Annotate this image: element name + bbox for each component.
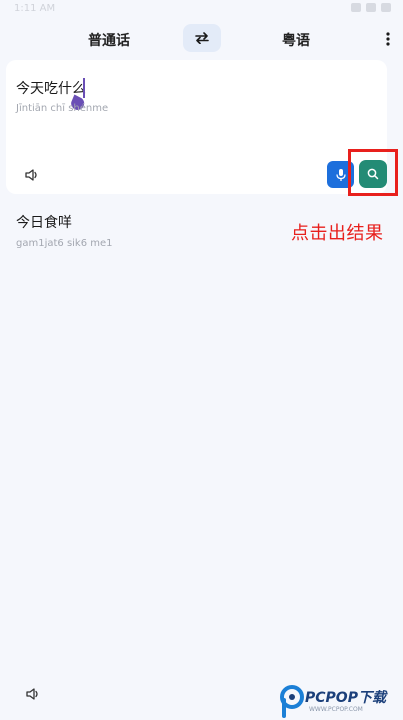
watermark-sub: WWW.PCPOP.COM <box>309 706 363 713</box>
wifi-icon <box>351 3 361 12</box>
swap-language-button[interactable] <box>183 24 221 52</box>
highlight-box <box>348 149 398 196</box>
more-menu-button[interactable] <box>380 29 396 49</box>
result-text: 今日食咩 <box>16 215 72 231</box>
speaker-icon[interactable] <box>24 167 40 183</box>
source-language-button[interactable]: 普通话 <box>78 30 140 50</box>
target-language-button[interactable]: 粤语 <box>265 30 327 50</box>
status-time: 1:11 AM <box>14 3 56 14</box>
source-pinyin: Jīntiān chī shénme <box>16 103 109 114</box>
swap-arrows-icon <box>195 32 209 44</box>
microphone-icon <box>335 168 346 181</box>
top-bar: 普通话 粤语 <box>0 22 403 56</box>
watermark: PCPOP下载 WWW.PCPOP.COM <box>279 682 403 720</box>
watermark-logo-icon <box>280 685 304 718</box>
battery-icon <box>381 3 391 12</box>
signal-icon <box>366 3 376 12</box>
more-vertical-icon <box>386 32 390 46</box>
status-bar: 1:11 AM <box>0 0 403 18</box>
result-jyutping: gam1jat6 sik6 me1 <box>16 238 113 249</box>
result-speaker-icon[interactable] <box>25 686 41 702</box>
annotation-label: 点击出结果 <box>291 223 384 244</box>
watermark-brand: PCPOP下载 <box>305 690 386 706</box>
status-icons <box>351 3 391 12</box>
input-card: 今天吃什么 Jīntiān chī shénme <box>6 60 387 194</box>
